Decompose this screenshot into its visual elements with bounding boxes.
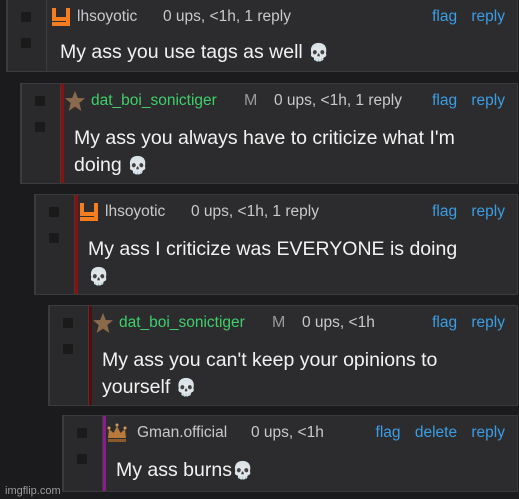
reply-link[interactable]: reply <box>471 8 505 25</box>
orange-y-badge-icon <box>80 203 98 221</box>
mod-badge: M <box>244 92 258 109</box>
comment-body: lhsoyotic 0 ups, <1h, 1 reply flag reply… <box>47 0 517 71</box>
comment-text: My ass you can't keep your opinions to y… <box>102 347 505 402</box>
comment-meta: Gman.official 0 ups, <1h flag delete rep… <box>106 423 517 443</box>
comment-meta: lhsoyotic 0 ups, <1h, 1 reply flag reply <box>50 7 517 27</box>
watermark: imgflip.com <box>5 485 61 497</box>
comment-body: lhsoyotic 0 ups, <1h, 1 reply flag reply… <box>75 195 517 294</box>
comment-text-content: yourself <box>102 376 171 398</box>
comment-2: dat_boi_sonictiger M 0 ups, <1h, 1 reply… <box>20 83 518 184</box>
vote-box <box>7 0 47 72</box>
comment-text-content: My ass you use tags as well <box>60 41 303 63</box>
downvote-button[interactable] <box>77 454 87 464</box>
comment-5: Gman.official 0 ups, <1h flag delete rep… <box>62 415 518 492</box>
comment-actions: flag delete reply <box>366 423 505 443</box>
comment-text-line: My ass you always have to criticize what… <box>74 127 455 149</box>
upvote-button[interactable] <box>63 318 73 328</box>
username[interactable]: lhsoyotic <box>105 202 165 222</box>
comment-stats: 0 ups, <1h, 1 reply <box>274 92 402 109</box>
comment-text-content: doing <box>74 154 122 176</box>
comment-text-line: My ass I criticize was EVERYONE is doing <box>88 238 458 260</box>
comment-text: My ass I criticize was EVERYONE is doing… <box>88 236 505 291</box>
downvote-button[interactable] <box>21 38 31 48</box>
comment-actions: flag reply <box>422 7 505 27</box>
flag-link[interactable]: flag <box>432 8 457 25</box>
comment-text: My ass burns💀 <box>116 457 505 485</box>
comment-stats: 0 ups, <1h <box>302 314 375 331</box>
comment-stats: 0 ups, <1h, 1 reply <box>163 8 291 25</box>
vote-box <box>63 415 103 492</box>
vote-box <box>21 83 61 184</box>
orange-y-badge-icon <box>52 8 70 26</box>
comment-text: My ass you always have to criticize what… <box>74 125 505 180</box>
comment-actions: flag reply <box>422 202 505 222</box>
mod-badge: M <box>272 314 286 331</box>
comment-text-line: My ass you can't keep your opinions to <box>102 349 438 371</box>
flag-link[interactable]: flag <box>432 314 457 331</box>
upvote-button[interactable] <box>49 207 59 217</box>
upvote-button[interactable] <box>35 96 45 106</box>
brown-star-badge-icon <box>93 313 113 333</box>
comment-text-content: My ass burns <box>116 459 232 481</box>
downvote-button[interactable] <box>49 233 59 243</box>
flag-link[interactable]: flag <box>432 92 457 109</box>
comment-actions: flag reply <box>422 91 505 111</box>
upvote-button[interactable] <box>77 428 87 438</box>
brown-star-badge-icon <box>65 91 85 111</box>
downvote-button[interactable] <box>35 122 45 132</box>
skull-emoji-icon: 💀 <box>127 156 149 176</box>
reply-link[interactable]: reply <box>471 424 505 441</box>
skull-emoji-icon: 💀 <box>175 378 197 398</box>
reply-link[interactable]: reply <box>471 314 505 331</box>
username[interactable]: lhsoyotic <box>77 7 137 27</box>
comment-actions: flag reply <box>422 313 505 333</box>
comment-1: lhsoyotic 0 ups, <1h, 1 reply flag reply… <box>6 0 518 72</box>
reply-link[interactable]: reply <box>471 203 505 220</box>
comment-text-line: doing 💀 <box>74 152 505 180</box>
flag-link[interactable]: flag <box>432 203 457 220</box>
comment-stats: 0 ups, <1h <box>251 424 324 441</box>
username[interactable]: dat_boi_sonictiger <box>119 313 245 333</box>
comment-text-line: yourself 💀 <box>102 374 505 402</box>
skull-emoji-icon: 💀 <box>88 267 110 287</box>
comment-text: My ass you use tags as well 💀 <box>60 39 505 67</box>
skull-emoji-icon: 💀 <box>231 461 254 481</box>
vote-box <box>49 305 89 406</box>
crown-badge-icon <box>107 423 127 442</box>
skull-emoji-icon: 💀 <box>308 43 330 63</box>
comment-text-line: 💀 <box>88 263 505 291</box>
vote-box <box>35 194 75 295</box>
reply-link[interactable]: reply <box>471 92 505 109</box>
comment-meta: lhsoyotic 0 ups, <1h, 1 reply flag reply <box>78 202 517 222</box>
flag-link[interactable]: flag <box>376 424 401 441</box>
downvote-button[interactable] <box>63 344 73 354</box>
comment-4: dat_boi_sonictiger M 0 ups, <1h flag rep… <box>48 305 518 406</box>
comment-body: dat_boi_sonictiger M 0 ups, <1h flag rep… <box>89 306 517 405</box>
username[interactable]: Gman.official <box>137 423 227 443</box>
comment-3: lhsoyotic 0 ups, <1h, 1 reply flag reply… <box>34 194 518 295</box>
comment-meta: dat_boi_sonictiger M 0 ups, <1h flag rep… <box>92 313 517 333</box>
upvote-button[interactable] <box>21 12 31 22</box>
username[interactable]: dat_boi_sonictiger <box>91 91 217 111</box>
comment-meta: dat_boi_sonictiger M 0 ups, <1h, 1 reply… <box>64 91 517 111</box>
comment-body: Gman.official 0 ups, <1h flag delete rep… <box>103 416 517 491</box>
comment-body: dat_boi_sonictiger M 0 ups, <1h, 1 reply… <box>61 84 517 183</box>
delete-link[interactable]: delete <box>415 424 457 441</box>
comment-stats: 0 ups, <1h, 1 reply <box>191 203 319 220</box>
